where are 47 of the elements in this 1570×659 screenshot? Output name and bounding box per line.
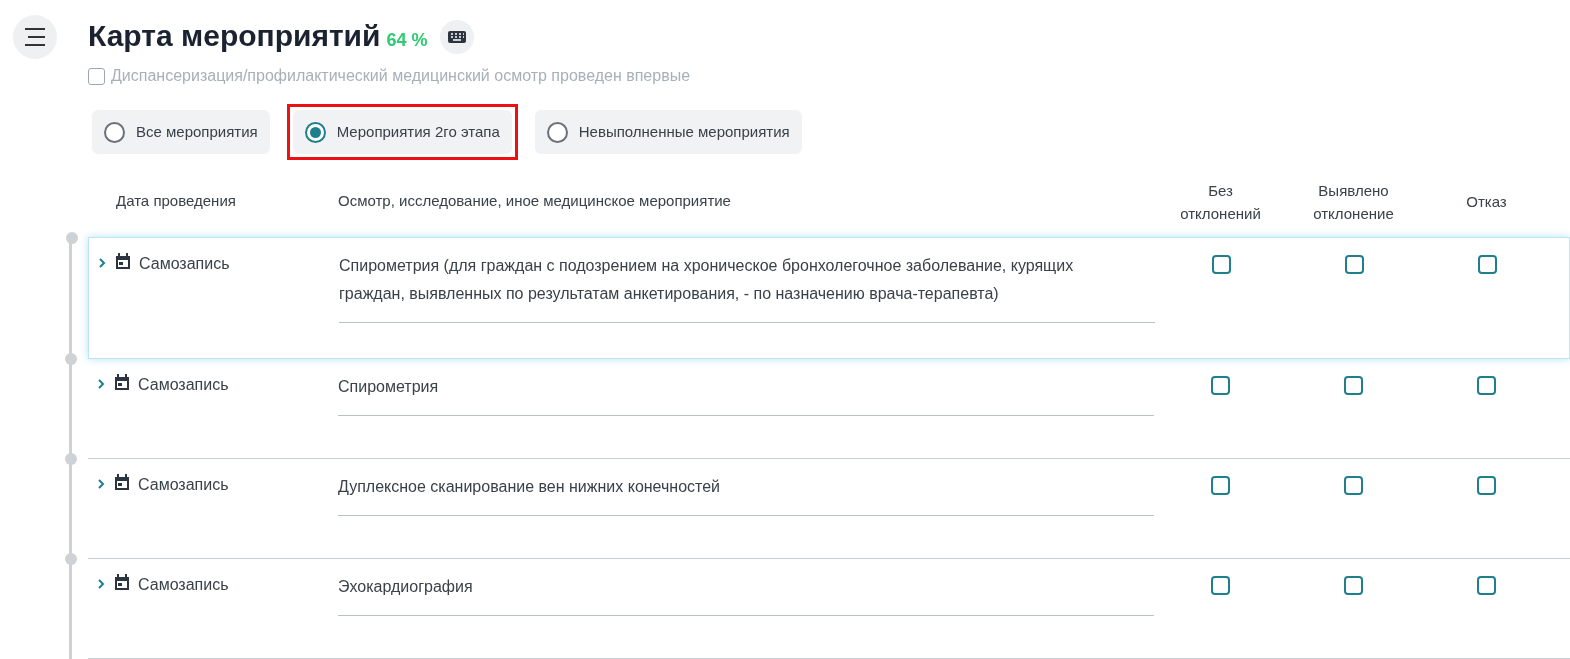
event-row[interactable]: Самозапись Эхокардиография (88, 559, 1570, 659)
date-text: Самозапись (138, 575, 229, 595)
checkbox-label: Диспансеризация/профилактический медицинский осмотр проведен впервые (111, 66, 691, 86)
calendar-icon (115, 253, 131, 270)
filter-radio[interactable]: Мероприятия 2го этапа (292, 110, 512, 154)
checkbox[interactable] (1211, 476, 1230, 495)
filter-radio[interactable]: Все мероприятия (92, 110, 270, 154)
event-text: Эхокардиография (338, 573, 1154, 616)
progress-percent: 64 % (386, 29, 428, 52)
chevron-icon[interactable] (96, 378, 106, 390)
checkbox[interactable] (1477, 376, 1496, 395)
menu-button[interactable] (13, 15, 57, 59)
chevron-icon[interactable] (96, 578, 106, 590)
keyboard-button[interactable] (439, 20, 474, 54)
checkbox[interactable] (1344, 476, 1363, 495)
calendar-icon (114, 474, 130, 491)
column-header: Отказ (1465, 192, 1508, 212)
page-title: Карта мероприятий (88, 18, 381, 54)
date-text: Самозапись (138, 375, 229, 395)
calendar-icon (114, 574, 130, 591)
checkbox[interactable] (1477, 476, 1496, 495)
checkbox[interactable] (1344, 576, 1363, 595)
checkbox[interactable] (1344, 376, 1363, 395)
checkbox[interactable] (1477, 576, 1496, 595)
date-text: Самозапись (139, 254, 230, 274)
calendar-icon (114, 374, 130, 391)
checkbox[interactable] (1478, 255, 1497, 274)
column-header: Осмотр, исследование, иное медицинское мероприятие (338, 191, 732, 212)
chevron-icon[interactable] (97, 257, 107, 269)
checkbox[interactable] (1211, 376, 1230, 395)
date-text: Самозапись (138, 475, 229, 495)
menu-icon (23, 28, 47, 46)
event-row[interactable]: Самозапись Спирометрия (88, 359, 1570, 459)
checkbox[interactable] (1211, 576, 1230, 595)
keyboard-icon (447, 31, 466, 43)
chevron-icon[interactable] (96, 478, 106, 490)
filter-radio[interactable]: Невыполненные мероприятия (534, 110, 802, 154)
checkbox[interactable] (88, 67, 105, 85)
event-text: Спирометрия (338, 373, 1154, 416)
column-header: Без отклонений (1179, 180, 1262, 224)
column-header: Выявлено отклонение (1312, 180, 1395, 224)
event-text: Спирометрия (для граждан с подозрением на хроническое бронхолегочное заболевание, курящих граждан, выявленных по результатам анкетирования, - по назначению врача-терапевта) (339, 252, 1155, 323)
checkbox[interactable] (1345, 255, 1364, 274)
event-text: Дуплексное сканирование вен нижних конечностей (338, 473, 1154, 516)
event-row[interactable]: Самозапись Дуплексное сканирование вен нижних конечностей (88, 459, 1570, 559)
column-header: Дата проведения (115, 191, 237, 212)
checkbox[interactable] (1212, 255, 1231, 274)
